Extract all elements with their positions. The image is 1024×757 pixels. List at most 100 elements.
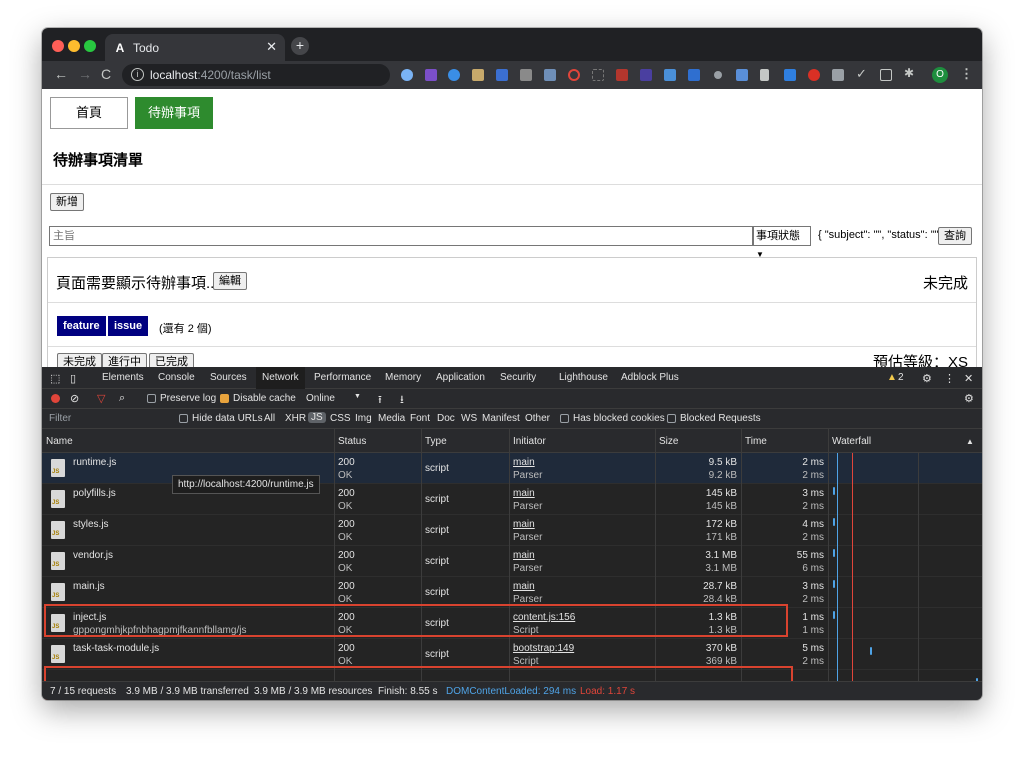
filter-input[interactable]: Filter xyxy=(49,413,71,424)
profile-avatar[interactable]: O xyxy=(932,67,948,83)
export-har-icon[interactable]: ⭳ xyxy=(400,391,404,410)
query-button[interactable]: 查詢 xyxy=(938,227,972,245)
type-all[interactable]: All xyxy=(264,413,275,424)
initiator-kind[interactable]: Parser xyxy=(513,563,542,574)
checkmark-icon[interactable]: ✓ xyxy=(856,66,868,81)
extension-block-icon[interactable] xyxy=(568,69,580,81)
type-manifest[interactable]: Manifest xyxy=(482,413,520,424)
back-arrow-icon[interactable]: ← xyxy=(54,67,68,81)
extension-seal-icon[interactable] xyxy=(520,69,532,81)
type-xhr[interactable]: XHR xyxy=(285,413,306,424)
type-css[interactable]: CSS xyxy=(330,413,351,424)
status-select[interactable]: 事項狀態 ▼ xyxy=(753,226,811,259)
tab-memory[interactable]: Memory xyxy=(385,372,421,383)
filter-funnel-icon[interactable]: ▽ xyxy=(97,392,105,405)
browser-menu-icon[interactable]: ⋮ xyxy=(960,66,973,82)
extension-card-icon[interactable] xyxy=(544,69,556,81)
extension-puzzle-icon[interactable] xyxy=(472,69,484,81)
initiator-kind[interactable]: Parser xyxy=(513,532,542,543)
initiator-link[interactable]: main xyxy=(513,457,535,468)
settings-gear-icon[interactable]: ⚙ xyxy=(922,372,932,385)
close-devtools-icon[interactable]: ✕ xyxy=(964,372,973,385)
tab-security[interactable]: Security xyxy=(500,372,536,383)
disable-cache-checkbox[interactable] xyxy=(220,394,229,403)
type-other[interactable]: Other xyxy=(525,413,550,424)
forward-arrow-icon[interactable]: → xyxy=(78,67,92,81)
reload-icon[interactable]: C xyxy=(101,67,111,81)
search-icon[interactable]: ⌕ xyxy=(119,392,125,405)
blocked-requests-checkbox[interactable] xyxy=(667,414,676,423)
tab-application[interactable]: Application xyxy=(436,372,485,383)
extension-badge-icon[interactable] xyxy=(640,69,652,81)
hide-data-urls-checkbox[interactable] xyxy=(179,414,188,423)
has-blocked-cookies-checkbox[interactable] xyxy=(560,414,569,423)
tab-performance[interactable]: Performance xyxy=(314,372,371,383)
extension-trello-icon[interactable] xyxy=(736,69,748,81)
preserve-log-checkbox[interactable] xyxy=(147,394,156,403)
status-done-button[interactable]: 已完成 xyxy=(149,353,194,367)
extension-clip-icon[interactable] xyxy=(880,69,892,81)
extension-red-icon[interactable] xyxy=(616,69,628,81)
inspect-element-icon[interactable]: ⬚ xyxy=(50,372,60,385)
col-initiator[interactable]: Initiator xyxy=(513,436,546,447)
initiator-link[interactable]: main xyxy=(513,519,535,530)
close-tab-icon[interactable]: ✕ xyxy=(266,39,277,55)
tab-sources[interactable]: Sources xyxy=(210,372,247,383)
throttle-select[interactable]: Online xyxy=(306,393,335,404)
tab-network[interactable]: Network xyxy=(256,367,305,389)
extension-window-icon[interactable] xyxy=(688,69,700,81)
extension-compass-icon[interactable] xyxy=(448,69,460,81)
device-toolbar-icon[interactable]: ▯ xyxy=(70,372,76,385)
status-doing-button[interactable]: 進行中 xyxy=(102,353,147,367)
network-settings-gear-icon[interactable]: ⚙ xyxy=(964,392,974,405)
minimize-window-button[interactable] xyxy=(68,40,80,52)
tab-lighthouse[interactable]: Lighthouse xyxy=(559,372,608,383)
edit-button[interactable]: 編輯 xyxy=(213,272,247,290)
initiator-kind[interactable]: Parser xyxy=(513,470,542,481)
network-row[interactable]: vendor.js 200 OK script main Parser 3.1 MB 3.1 … xyxy=(42,546,982,577)
nav-home[interactable]: 首頁 xyxy=(50,97,128,129)
site-info-icon[interactable]: i xyxy=(131,68,144,81)
sort-ascending-icon[interactable]: ▲ xyxy=(966,437,974,446)
extension-board-icon[interactable] xyxy=(784,69,796,81)
import-har-icon[interactable]: ⭱ xyxy=(378,391,382,410)
more-menu-icon[interactable]: ⋮ xyxy=(944,372,955,385)
record-icon[interactable] xyxy=(51,394,60,403)
network-row[interactable]: styles.js 200 OK script main Parser 172 kB 171 … xyxy=(42,515,982,546)
initiator-link[interactable]: main xyxy=(513,550,535,561)
tab-console[interactable]: Console xyxy=(158,372,195,383)
type-js[interactable]: JS xyxy=(308,412,326,423)
tab-elements[interactable]: Elements xyxy=(102,372,144,383)
type-ws[interactable]: WS xyxy=(461,413,477,424)
extension-new-icon[interactable] xyxy=(496,69,508,81)
initiator-link[interactable]: main xyxy=(513,581,535,592)
tab-adblock-plus[interactable]: Adblock Plus xyxy=(621,372,679,383)
subject-input[interactable]: 主旨 xyxy=(49,226,753,246)
extension-image-icon[interactable] xyxy=(832,69,844,81)
col-type[interactable]: Type xyxy=(425,436,447,447)
col-time[interactable]: Time xyxy=(745,436,767,447)
col-name[interactable]: Name xyxy=(46,436,73,447)
new-tab-button[interactable]: + xyxy=(291,37,309,55)
maximize-window-button[interactable] xyxy=(84,40,96,52)
extension-dot-icon[interactable] xyxy=(714,71,722,79)
extension-onenote-icon[interactable] xyxy=(425,69,437,81)
extension-diamond-icon[interactable] xyxy=(401,69,413,81)
type-doc[interactable]: Doc xyxy=(437,413,455,424)
browser-tab[interactable]: A Todo ✕ xyxy=(105,34,285,61)
clear-icon[interactable]: ⊘ xyxy=(70,392,79,405)
warning-icon[interactable]: ▲ xyxy=(887,372,897,383)
type-media[interactable]: Media xyxy=(378,413,405,424)
col-waterfall[interactable]: Waterfall xyxy=(832,436,871,447)
col-status[interactable]: Status xyxy=(338,436,366,447)
close-window-button[interactable] xyxy=(52,40,64,52)
nav-todo[interactable]: 待辦事項 xyxy=(135,97,213,129)
type-img[interactable]: Img xyxy=(355,413,372,424)
add-button[interactable]: 新增 xyxy=(50,193,84,211)
extension-doc-icon[interactable] xyxy=(664,69,676,81)
col-size[interactable]: Size xyxy=(659,436,678,447)
type-font[interactable]: Font xyxy=(410,413,430,424)
initiator-link[interactable]: bootstrap:149 xyxy=(513,643,574,654)
extension-select-icon[interactable] xyxy=(592,69,604,81)
extensions-puzzle-icon[interactable]: ✱ xyxy=(904,66,916,80)
